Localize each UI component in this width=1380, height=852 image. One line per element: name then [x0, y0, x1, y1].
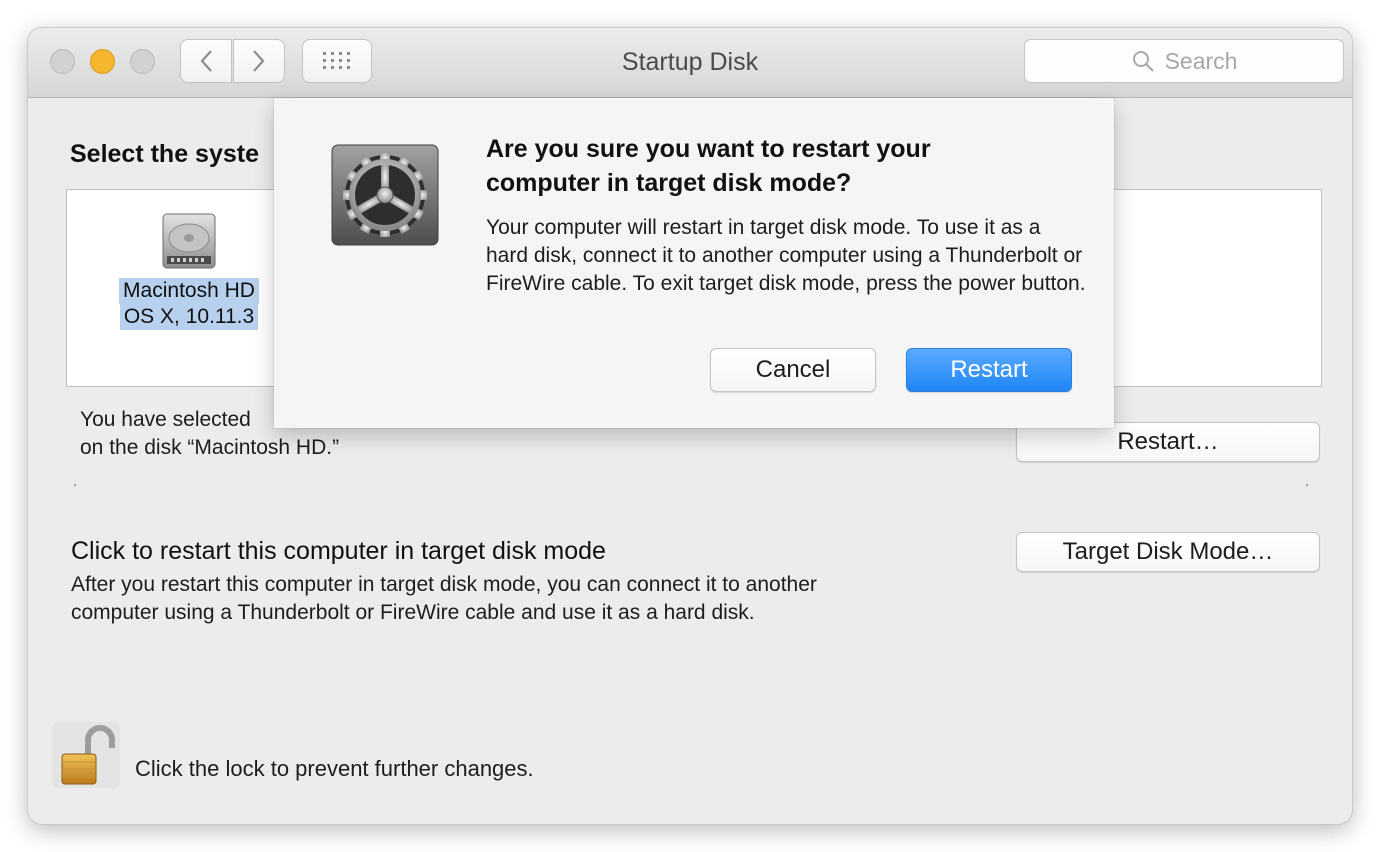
target-disk-title: Click to restart this computer in target…: [71, 537, 606, 565]
lock-text: Click the lock to prevent further change…: [135, 756, 534, 781]
dialog-title: Are you sure you want to restart your co…: [486, 135, 931, 197]
divider-dot-left: [74, 484, 76, 486]
startup-disk-window: Startup Disk Search Select the syste Mac…: [28, 28, 1352, 824]
cancel-button[interactable]: Cancel: [710, 348, 876, 392]
hard-disk-icon: [162, 213, 216, 269]
lock-button[interactable]: [52, 722, 120, 788]
disk-os-version: OS X, 10.11.3: [119, 304, 259, 330]
unlocked-padlock-icon: [61, 725, 115, 785]
divider-dot-right: [1306, 484, 1308, 486]
section-title: Select the syste: [70, 140, 259, 168]
system-preferences-gear-icon: [331, 144, 439, 246]
restart-button[interactable]: Restart…: [1016, 422, 1320, 462]
search-placeholder: Search: [1164, 47, 1238, 74]
dialog-message: Your computer will restart in target dis…: [486, 216, 1086, 295]
selected-text-line2: on the disk “Macintosh HD.”: [80, 436, 340, 459]
confirm-restart-button[interactable]: Restart: [906, 348, 1072, 392]
search-field[interactable]: Search: [1024, 39, 1344, 83]
disk-item-macintosh-hd[interactable]: Macintosh HD OS X, 10.11.3: [113, 210, 265, 330]
title-bar: Startup Disk Search: [28, 28, 1352, 98]
target-disk-mode-button[interactable]: Target Disk Mode…: [1016, 532, 1320, 572]
disk-name: Macintosh HD: [119, 278, 259, 304]
search-icon: [1132, 51, 1154, 72]
confirm-dialog: Are you sure you want to restart your co…: [274, 98, 1114, 428]
target-disk-description: After you restart this computer in targe…: [71, 573, 817, 624]
